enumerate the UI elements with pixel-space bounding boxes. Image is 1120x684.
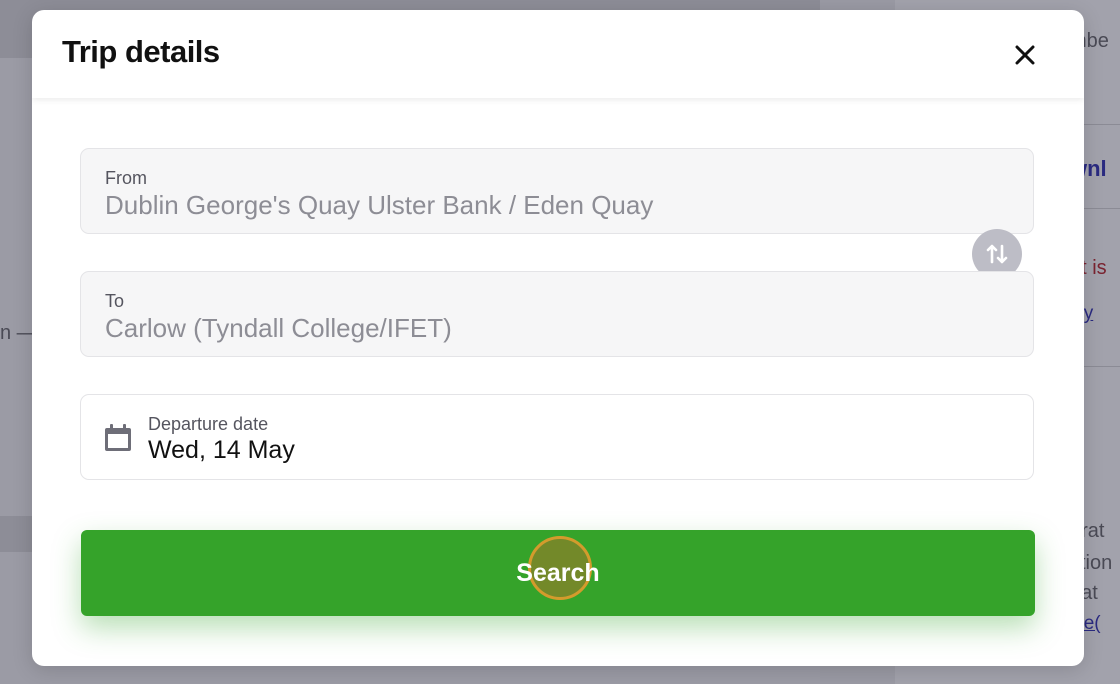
dialog-title: Trip details xyxy=(62,34,220,69)
search-button-label: Search xyxy=(516,558,600,587)
departure-date-label: Departure date xyxy=(148,414,269,434)
close-icon xyxy=(1015,45,1035,65)
calendar-icon xyxy=(105,424,131,451)
departure-date-field[interactable]: Departure date Wed, 14 May xyxy=(80,394,1034,480)
search-button[interactable]: Search xyxy=(81,530,1035,616)
from-field[interactable]: From Dublin George's Quay Ulster Bank / … xyxy=(80,148,1034,234)
dialog-header: Trip details xyxy=(32,10,1084,98)
departure-date-value[interactable]: Wed, 14 May xyxy=(148,436,295,465)
swap-vertical-icon xyxy=(986,244,1008,264)
to-field[interactable]: To Carlow (Tyndall College/IFET) xyxy=(80,271,1034,357)
close-button[interactable] xyxy=(1008,38,1042,72)
from-label: From xyxy=(105,168,147,188)
trip-details-dialog: Trip details From Dublin George's Quay U… xyxy=(32,10,1084,666)
from-value[interactable]: Dublin George's Quay Ulster Bank / Eden … xyxy=(105,190,653,221)
to-value[interactable]: Carlow (Tyndall College/IFET) xyxy=(105,313,452,344)
to-label: To xyxy=(105,291,125,311)
